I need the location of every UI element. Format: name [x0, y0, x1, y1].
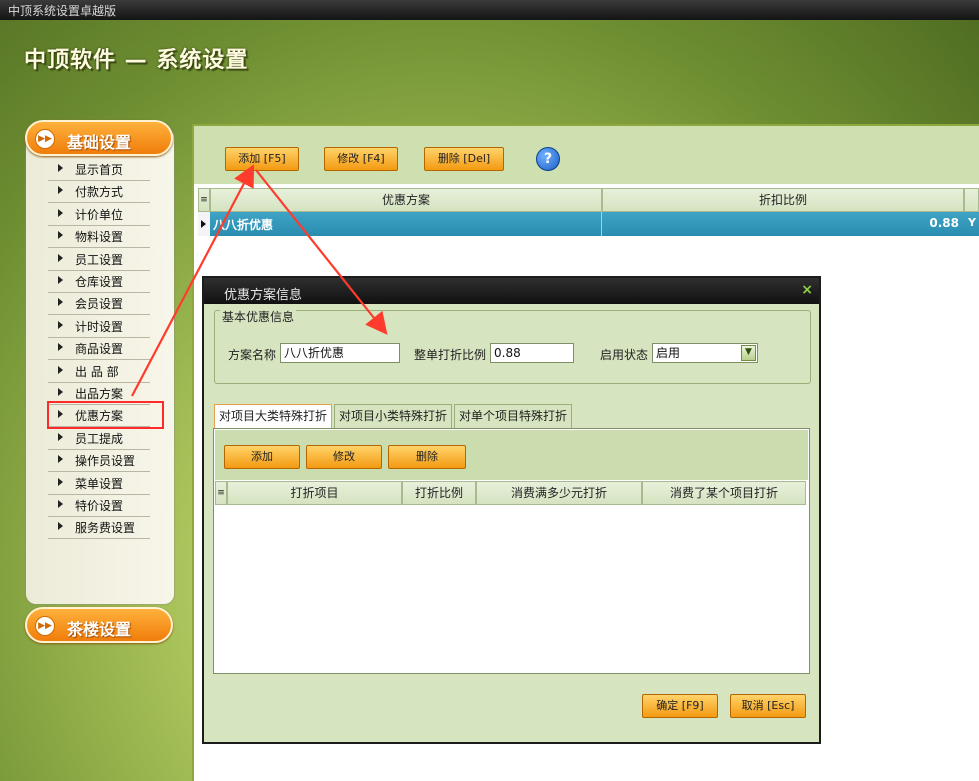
arrow-to-add-button — [131, 164, 255, 397]
annotation-arrows — [131, 164, 388, 397]
arrow-to-dialog — [255, 169, 388, 335]
